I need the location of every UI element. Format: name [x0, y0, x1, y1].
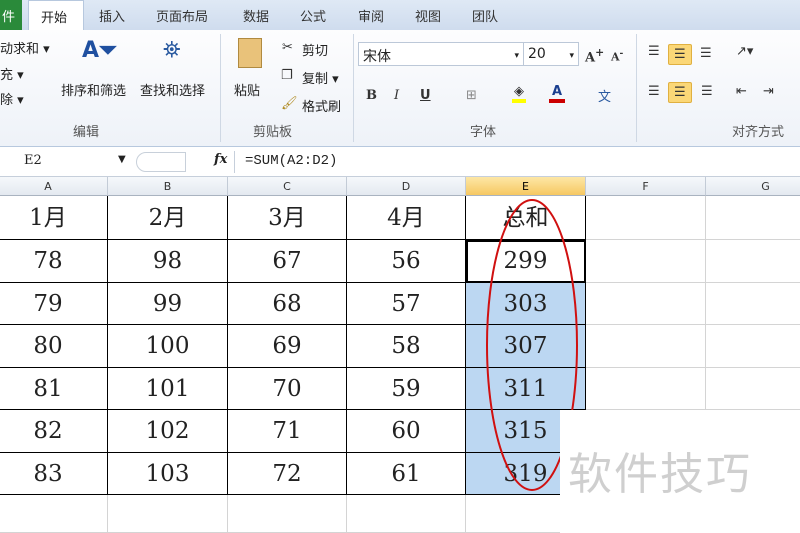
watermark: 软件技巧	[560, 410, 800, 533]
